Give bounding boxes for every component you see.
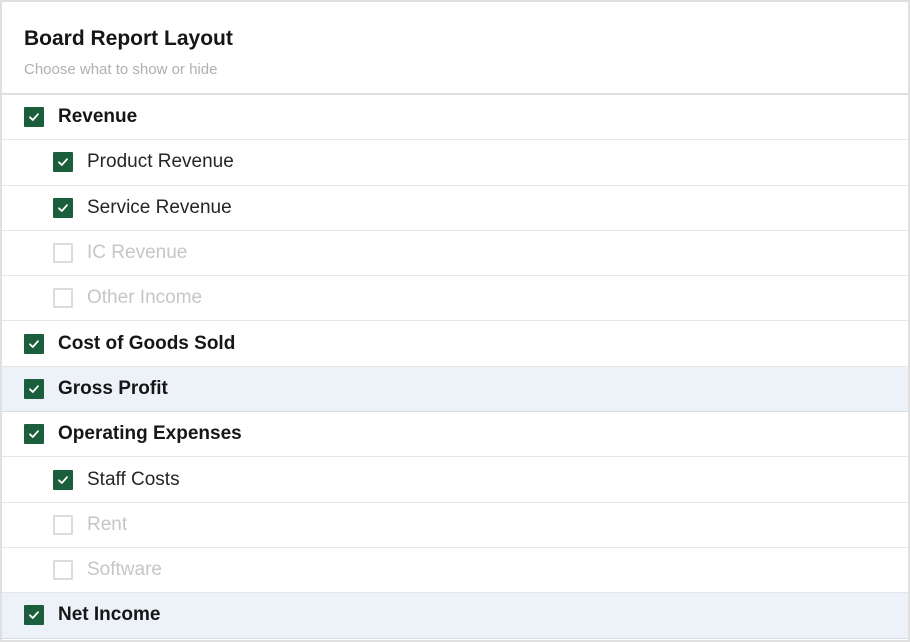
list-item[interactable]: Revenue [2, 95, 908, 141]
list-item[interactable]: Software [2, 547, 908, 594]
check-icon [29, 430, 39, 439]
check-icon [29, 385, 39, 393]
list-item[interactable]: Product Revenue [2, 140, 908, 186]
check-icon [29, 113, 39, 122]
check-icon [58, 475, 68, 484]
list-item-label: Revenue [58, 106, 138, 128]
list-item[interactable]: Operating Expenses [2, 412, 908, 458]
panel-header: Board Report Layout Choose what to show … [2, 2, 908, 95]
checkbox[interactable] [53, 152, 73, 173]
list-item-label: Gross Profit [58, 377, 168, 399]
list-item-label: Net Income [58, 604, 161, 626]
check-icon [29, 339, 39, 348]
checkbox[interactable] [24, 378, 44, 399]
checkbox[interactable] [53, 469, 73, 490]
checkbox[interactable] [24, 424, 44, 445]
list-item[interactable]: Service Revenue [2, 185, 908, 231]
list-item-label: Operating Expenses [58, 423, 242, 445]
list-item-label: Product Revenue [87, 151, 234, 173]
list-item[interactable]: Cost of Goods Sold [2, 321, 908, 367]
checkbox[interactable] [24, 333, 44, 354]
list-item[interactable]: Gross Profit [2, 366, 908, 413]
list-item-label: Staff Costs [87, 468, 180, 490]
list-item[interactable]: Other Income [2, 276, 908, 322]
check-icon [29, 611, 39, 620]
list-item-label: Other Income [87, 287, 203, 309]
list-item[interactable]: Rent [2, 502, 908, 548]
checkbox[interactable] [24, 107, 44, 128]
list-item-label: Cost of Goods Sold [58, 332, 236, 354]
checkbox[interactable] [24, 605, 44, 626]
check-icon [58, 158, 68, 167]
checkbox[interactable] [53, 288, 73, 309]
list-item-label: Software [87, 559, 162, 581]
list-item[interactable]: Net Income [2, 593, 908, 639]
checkbox[interactable] [53, 560, 73, 581]
list-item-label: Rent [87, 513, 128, 535]
list-item[interactable]: IC Revenue [2, 230, 908, 277]
line-item-list: Revenue Product Revenue Service Revenue IC … [2, 95, 908, 639]
report-layout-panel: Board Report Layout Choose what to show … [0, 0, 910, 642]
list-item[interactable]: Staff Costs [2, 457, 908, 503]
panel-subtitle: Choose what to show or hide [24, 61, 218, 78]
list-item-label: Service Revenue [87, 196, 232, 218]
check-icon [58, 204, 68, 212]
checkbox[interactable] [53, 514, 73, 535]
panel-title: Board Report Layout [24, 27, 233, 50]
list-item-label: IC Revenue [87, 242, 188, 264]
checkbox[interactable] [53, 243, 73, 264]
checkbox[interactable] [53, 197, 73, 218]
